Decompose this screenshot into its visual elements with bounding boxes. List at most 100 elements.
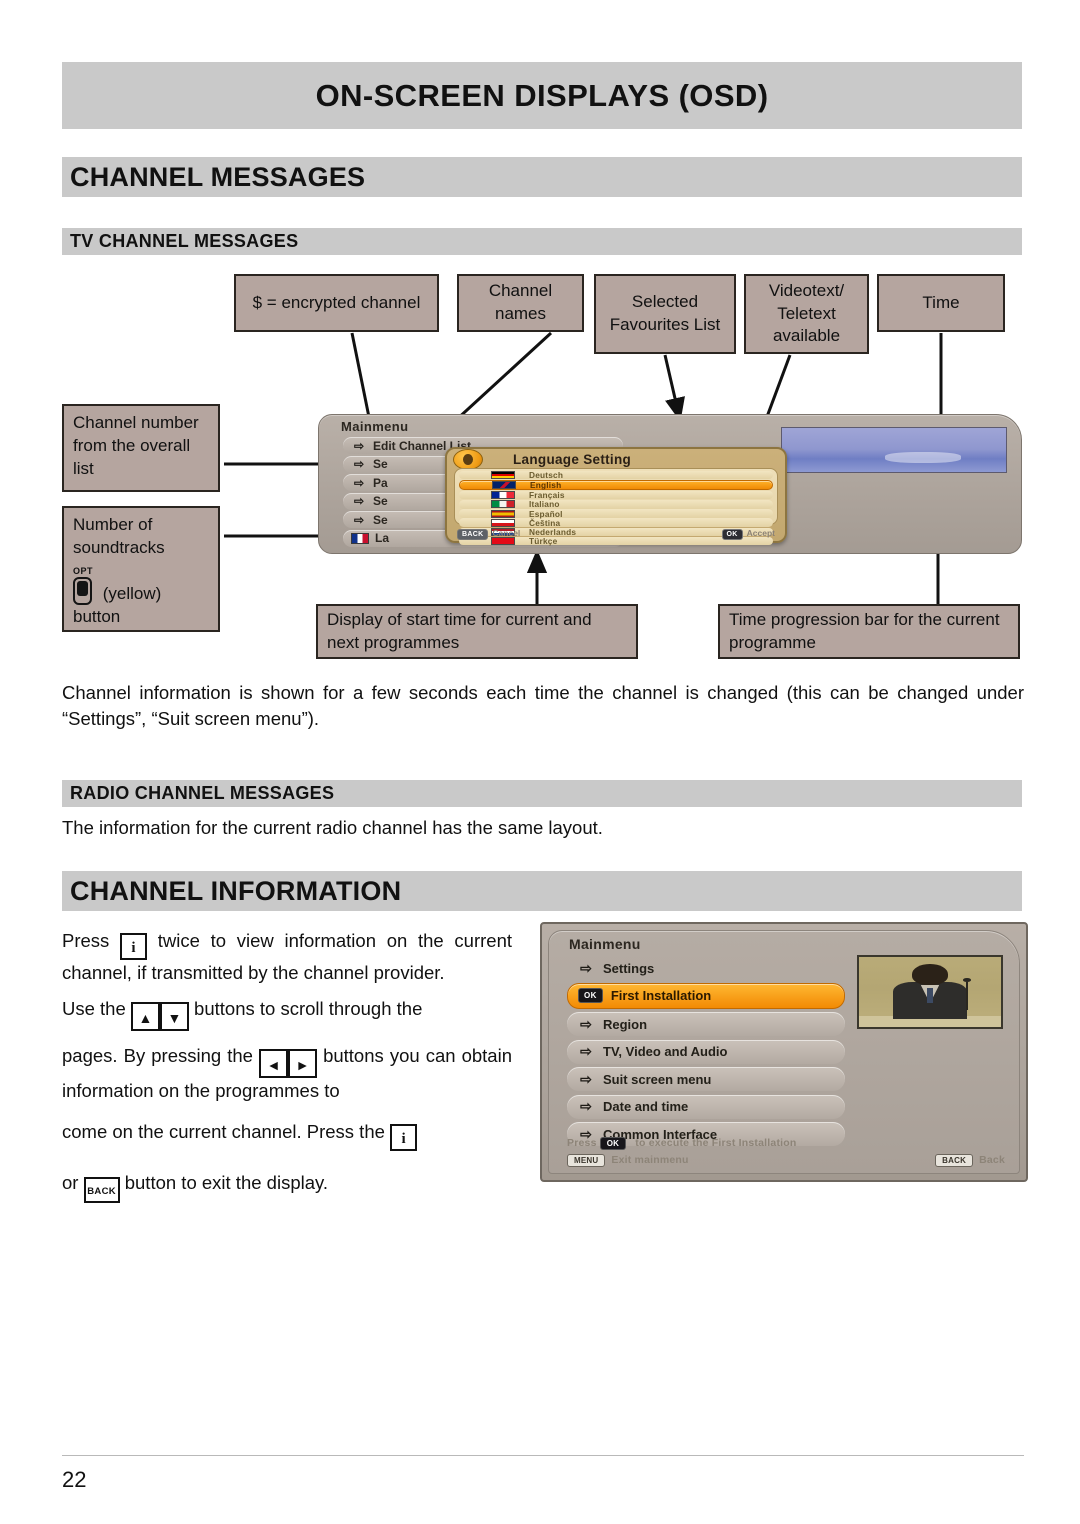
loop-arrow-icon: ⇨ bbox=[580, 1070, 592, 1087]
loop-arrow-icon: ⇨ bbox=[353, 475, 365, 490]
callout-text: Channel names bbox=[488, 281, 553, 323]
language-dialog-footer: BACK Cancel OK Accept bbox=[457, 527, 775, 540]
callout-text-soundtracks-1: Number of bbox=[73, 515, 153, 534]
para-text: or bbox=[62, 1172, 79, 1193]
osd-bottom-menu-list: ⇨ Settings OK First Installation ⇨ Regio… bbox=[567, 957, 845, 1150]
language-row[interactable]: Français bbox=[459, 490, 773, 500]
subsection-heading-radio-channel-messages: RADIO CHANNEL MESSAGES bbox=[62, 780, 1022, 807]
accept-label: Accept bbox=[746, 527, 775, 538]
loop-arrow-icon: ⇨ bbox=[580, 1015, 592, 1032]
left-right-key-pair[interactable]: ◄ ► bbox=[259, 1049, 318, 1078]
info-key-icon[interactable]: i bbox=[390, 1124, 418, 1151]
back-key-chip: BACK bbox=[935, 1154, 974, 1167]
osd-hint-execute: Press OK to execute the First Installati… bbox=[567, 1137, 1005, 1150]
osd-hint-back[interactable]: BACK Back bbox=[935, 1154, 1005, 1167]
callout-text-soundtracks-4: button bbox=[73, 606, 121, 626]
exit-label: Exit mainmenu bbox=[611, 1154, 689, 1166]
globe-icon bbox=[453, 449, 483, 470]
osd-hint-row: MENU Exit mainmenu BACK Back bbox=[567, 1154, 1005, 1167]
channel-information-paragraph-4: come on the current channel. Press the i bbox=[62, 1119, 512, 1151]
arrow-right-key-icon[interactable]: ► bbox=[288, 1049, 318, 1078]
back-label: Back bbox=[979, 1154, 1005, 1166]
callout-channel-names: Channel names bbox=[457, 274, 584, 332]
flag-icon bbox=[491, 500, 515, 509]
osd-menu-item-suit-screen-menu[interactable]: ⇨ Suit screen menu bbox=[567, 1067, 845, 1091]
callout-text: Display of start time for current and ne… bbox=[327, 609, 592, 652]
section-heading-channel-messages: CHANNEL MESSAGES bbox=[62, 157, 1022, 197]
osd-menu-item-region[interactable]: ⇨ Region bbox=[567, 1012, 845, 1036]
callout-encrypted-channel: $ = encrypted channel bbox=[234, 274, 439, 332]
osd-top-menu-label: Se bbox=[373, 457, 388, 471]
flag-icon bbox=[491, 509, 515, 518]
language-row[interactable]: Čeština bbox=[459, 518, 773, 528]
osd-menu-item-tv-video-audio[interactable]: ⇨ TV, Video and Audio bbox=[567, 1039, 845, 1064]
osd-menu-label: TV, Video and Audio bbox=[603, 1044, 728, 1059]
person-head-shape bbox=[911, 964, 949, 985]
language-row[interactable]: Español bbox=[459, 509, 773, 519]
ok-chip-icon: OK bbox=[578, 988, 603, 1003]
callout-text: Time progression bar for the current pro… bbox=[729, 609, 1000, 652]
arrow-left-key-icon[interactable]: ◄ bbox=[259, 1049, 289, 1078]
para-text: buttons to scroll through the bbox=[194, 998, 423, 1019]
loop-arrow-icon: ⇨ bbox=[580, 1098, 592, 1114]
footer-divider bbox=[62, 1455, 1024, 1456]
arrow-up-key-icon[interactable]: ▲ bbox=[130, 1002, 160, 1031]
dialog-accept-hint[interactable]: OK Accept bbox=[721, 527, 775, 540]
language-label: Deutsch bbox=[529, 469, 564, 480]
ok-key-chip: OK bbox=[599, 1137, 627, 1150]
loop-arrow-icon: ⇨ bbox=[353, 512, 365, 527]
osd-hint-exit[interactable]: MENU Exit mainmenu bbox=[567, 1154, 689, 1167]
osd-top-menu-label: Se bbox=[373, 512, 388, 527]
para-text: Press bbox=[62, 930, 110, 951]
callout-text-soundtracks-3: (yellow) bbox=[102, 583, 162, 603]
manual-page: ON-SCREEN DISPLAYS (OSD) CHANNEL MESSAGE… bbox=[0, 0, 1080, 1524]
channel-messages-paragraph: Channel information is shown for a few s… bbox=[62, 682, 1024, 730]
loop-arrow-icon: ⇨ bbox=[353, 494, 365, 508]
osd-menu-item-first-installation[interactable]: OK First Installation bbox=[567, 982, 845, 1009]
dialog-cancel-hint[interactable]: BACK Cancel bbox=[457, 528, 520, 540]
callout-start-time-display: Display of start time for current and ne… bbox=[316, 604, 638, 659]
osd-bottom-hints: Press OK to execute the First Installati… bbox=[567, 1137, 1005, 1167]
back-key-icon[interactable]: BACK bbox=[83, 1177, 120, 1203]
ok-key-chip: OK bbox=[721, 528, 743, 540]
osd-menu-item-date-and-time[interactable]: ⇨ Date and time bbox=[567, 1094, 845, 1119]
osd-menu-label: Settings bbox=[603, 960, 655, 976]
language-row[interactable]: Deutsch bbox=[459, 469, 773, 480]
hint-rest-label: to execute the First Installation bbox=[635, 1137, 797, 1149]
channel-information-paragraph-2: Use the ▲ ▼ buttons to scroll through the bbox=[62, 996, 512, 1031]
page-title: ON-SCREEN DISPLAYS (OSD) bbox=[62, 62, 1022, 129]
cancel-label: Cancel bbox=[492, 527, 521, 538]
channel-information-paragraph-5: or BACK button to exit the display. bbox=[62, 1170, 512, 1203]
osd-top-video-preview bbox=[781, 427, 1007, 473]
callout-text: Time bbox=[922, 292, 960, 312]
osd-screenshot-language-setting: Mainmenu ⇨ Edit Channel List ⇨ Se ⇨ Pa ⇨… bbox=[318, 414, 1022, 554]
para-text: button to exit the display. bbox=[124, 1172, 329, 1193]
radio-channel-paragraph: The information for the current radio ch… bbox=[62, 817, 603, 838]
language-row-selected[interactable]: English bbox=[459, 479, 773, 491]
callout-text-soundtracks-2: soundtracks bbox=[73, 537, 165, 557]
language-list[interactable]: Deutsch English Français Italiano Españo… bbox=[454, 468, 778, 546]
channel-information-paragraph-3: pages. By pressing the ◄ ► buttons you ca… bbox=[62, 1043, 512, 1104]
arrow-down-key-icon[interactable]: ▼ bbox=[159, 1002, 189, 1031]
callout-number-of-soundtracks: Number of soundtracks OPT (yellow) butto… bbox=[62, 506, 220, 632]
channel-information-paragraph-1: Press i twice to view information on the… bbox=[62, 928, 512, 986]
osd-menu-label: Suit screen menu bbox=[603, 1071, 712, 1087]
callout-videotext-teletext: Videotext/ Teletext available bbox=[744, 274, 869, 354]
hint-press-label: Press bbox=[567, 1137, 597, 1149]
callout-time: Time bbox=[877, 274, 1005, 332]
info-key-icon[interactable]: i bbox=[120, 933, 148, 960]
flag-icon bbox=[491, 518, 515, 527]
loop-arrow-icon: ⇨ bbox=[580, 959, 592, 976]
osd-menu-label: Region bbox=[603, 1016, 648, 1032]
language-row[interactable]: Italiano bbox=[459, 499, 773, 509]
flag-icon bbox=[491, 491, 515, 500]
page-number: 22 bbox=[62, 1467, 87, 1492]
osd-menu-label: Date and time bbox=[603, 1099, 689, 1114]
up-down-key-pair[interactable]: ▲ ▼ bbox=[130, 1002, 189, 1031]
para-text: pages. By pressing the bbox=[62, 1045, 253, 1066]
osd-menu-label: First Installation bbox=[610, 988, 712, 1003]
para-text: come on the current channel. Press the bbox=[62, 1121, 385, 1142]
callout-text: $ = encrypted channel bbox=[252, 292, 421, 312]
osd-menu-item-settings[interactable]: ⇨ Settings bbox=[567, 957, 845, 979]
osd-screenshot-mainmenu: Mainmenu ⇨ Settings OK First Installatio… bbox=[540, 922, 1028, 1182]
